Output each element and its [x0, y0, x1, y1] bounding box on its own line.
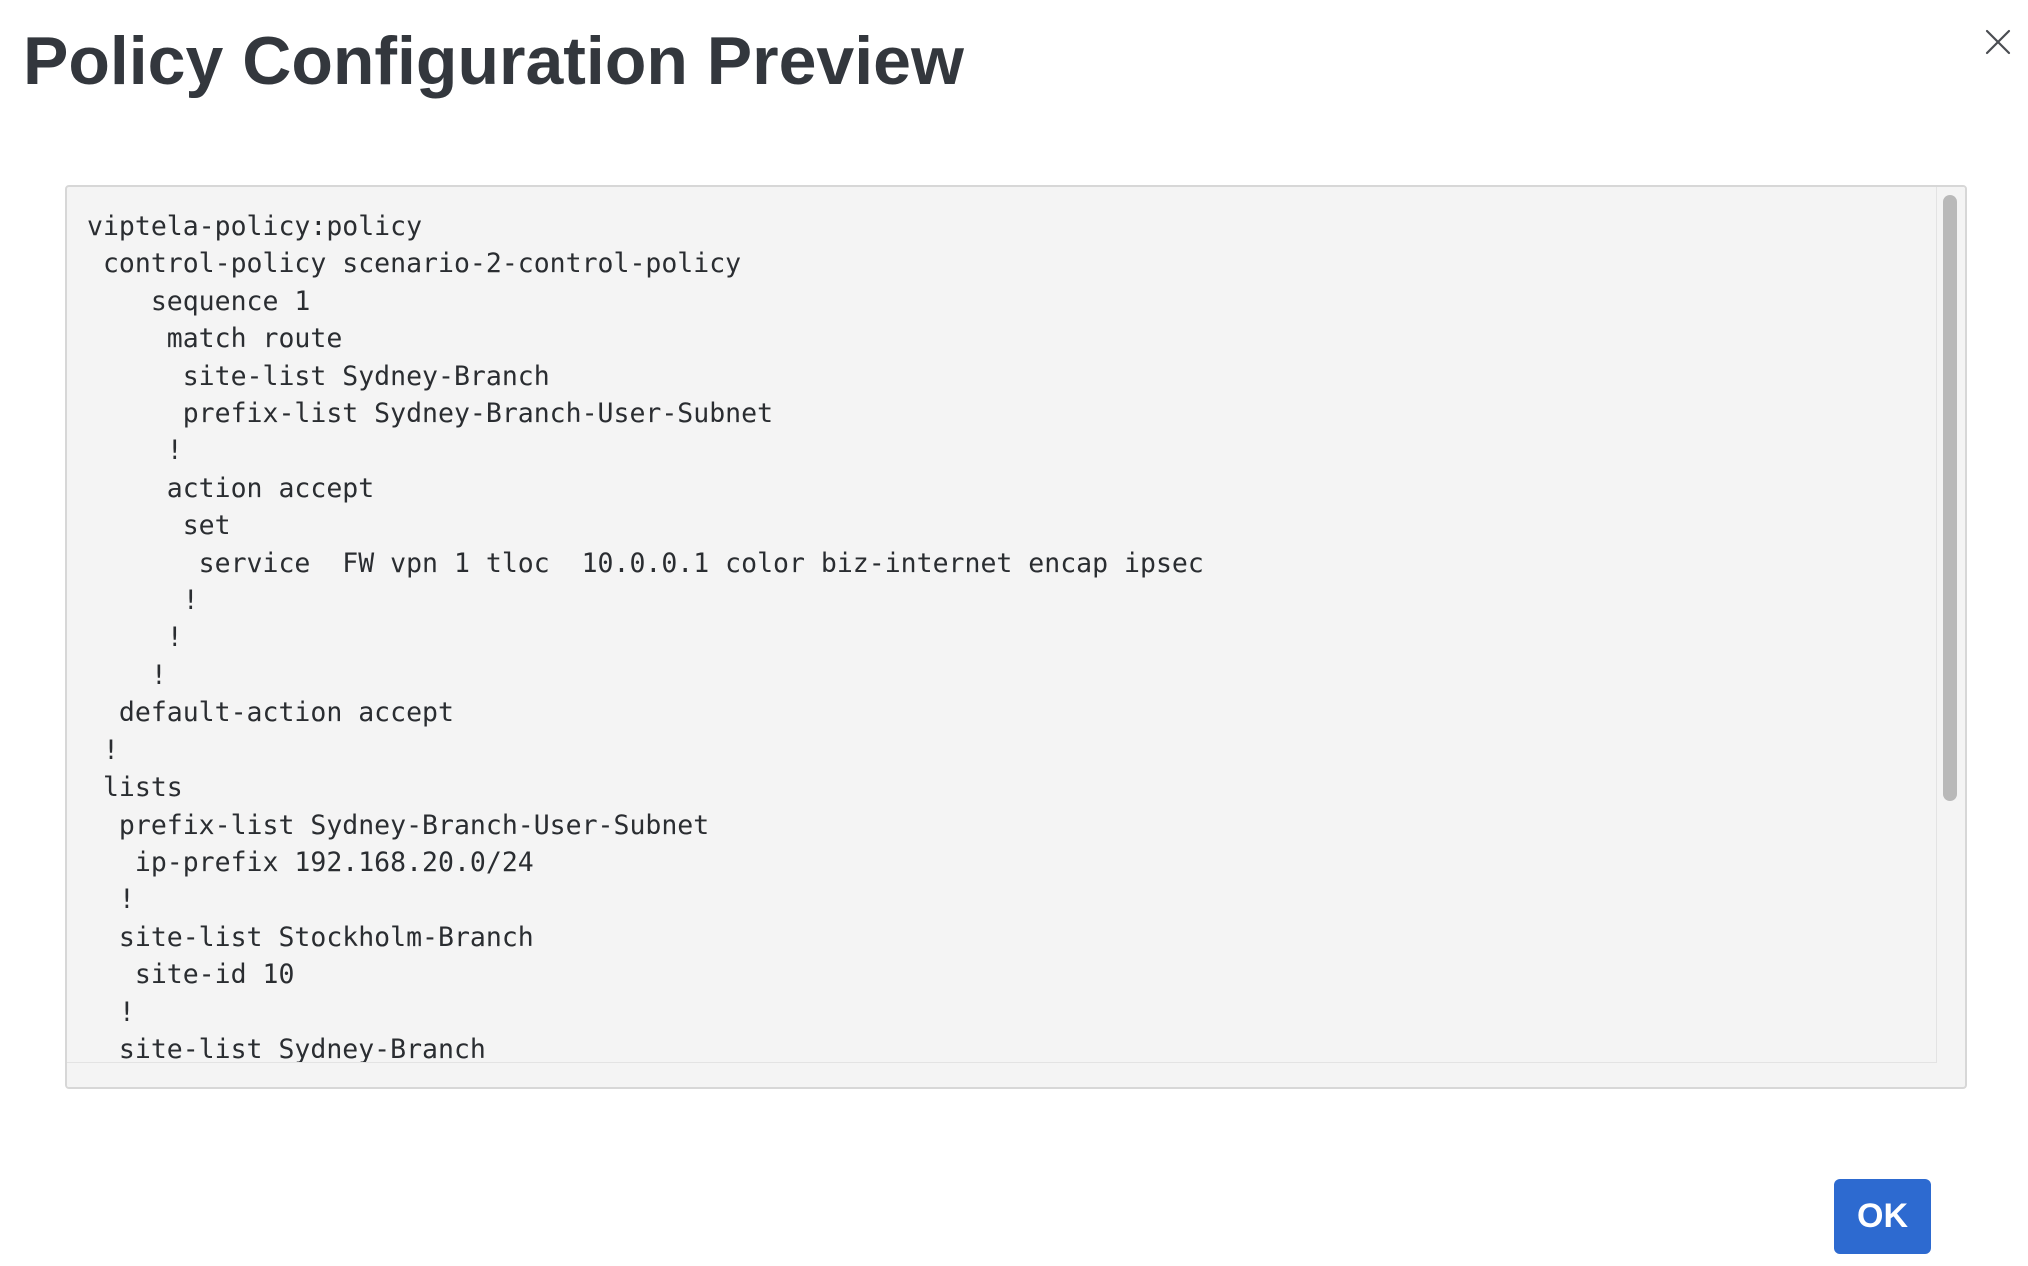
config-line: sequence 1	[87, 285, 311, 317]
config-line: default-action accept	[87, 697, 454, 729]
config-line: set	[87, 510, 231, 542]
config-line: site-list Sydney-Branch	[87, 360, 550, 392]
config-line: !	[87, 659, 167, 691]
config-line: !	[87, 585, 199, 617]
vertical-scrollbar[interactable]	[1937, 187, 1965, 1063]
config-line: !	[87, 996, 135, 1028]
close-button[interactable]	[1976, 20, 2020, 64]
config-line: site-list Stockholm-Branch	[87, 921, 534, 953]
config-preview-text: viptela-policy:policy control-policy sce…	[67, 187, 1936, 1063]
horizontal-scrollbar[interactable]	[67, 1063, 1937, 1087]
config-line: service FW vpn 1 tloc 10.0.0.1 color biz…	[87, 547, 1204, 579]
config-line: match route	[87, 323, 343, 355]
config-line: !	[87, 622, 183, 654]
policy-preview-dialog: Policy Configuration Preview viptela-pol…	[0, 0, 2028, 1266]
config-line: lists	[87, 772, 183, 804]
ok-button[interactable]: OK	[1834, 1179, 1931, 1254]
config-line: !	[87, 734, 119, 766]
config-line: prefix-list Sydney-Branch-User-Subnet	[87, 398, 774, 430]
config-line: action accept	[87, 472, 375, 504]
close-icon	[1985, 29, 2011, 55]
config-line: ip-prefix 192.168.20.0/24	[87, 846, 534, 878]
config-line: control-policy scenario-2-control-policy	[87, 248, 742, 280]
config-line: !	[87, 435, 183, 467]
config-preview-scroll-area[interactable]: viptela-policy:policy control-policy sce…	[67, 187, 1937, 1063]
config-line: viptela-policy:policy	[87, 211, 423, 242]
config-line: site-list Sydney-Branch	[87, 1033, 486, 1063]
vertical-scrollbar-thumb[interactable]	[1943, 195, 1957, 801]
config-line: prefix-list Sydney-Branch-User-Subnet	[87, 809, 710, 841]
config-line: !	[87, 884, 135, 916]
config-line: site-id 10	[87, 959, 295, 991]
dialog-title: Policy Configuration Preview	[23, 23, 964, 99]
config-preview-panel[interactable]: viptela-policy:policy control-policy sce…	[65, 185, 1967, 1089]
